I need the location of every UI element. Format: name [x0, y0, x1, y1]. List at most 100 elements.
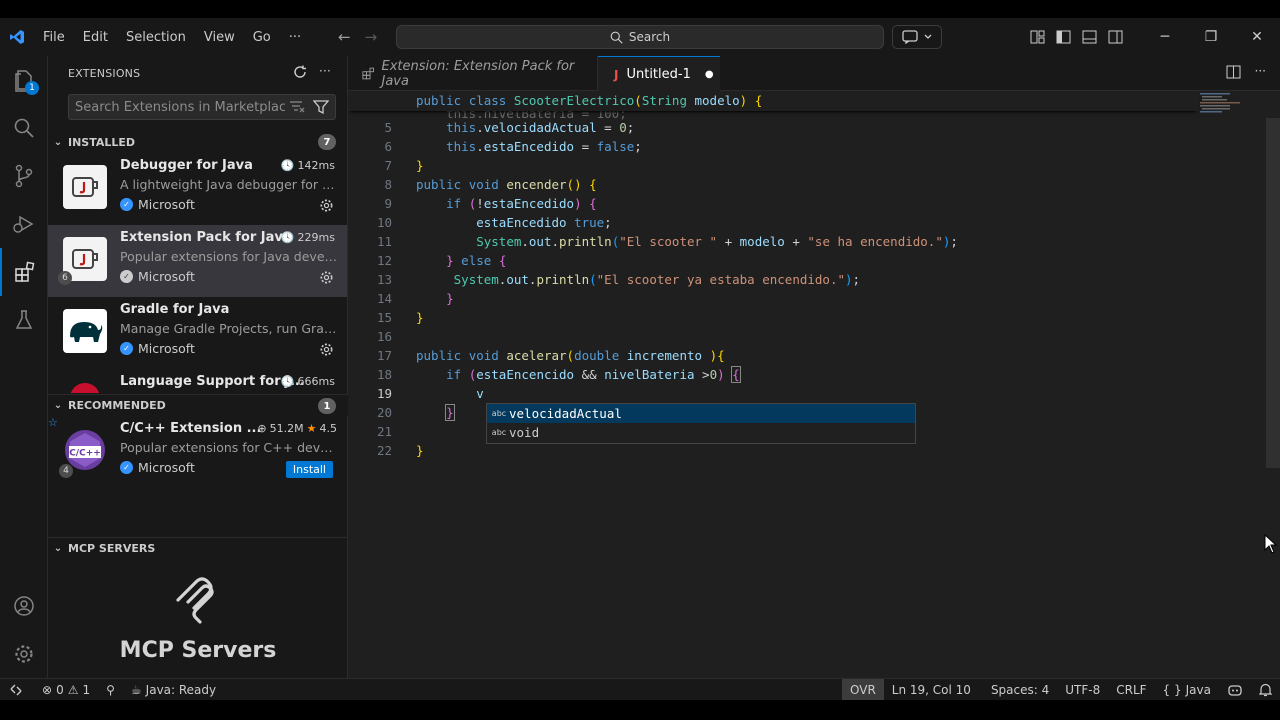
- warning-icon: ⚠: [67, 683, 79, 697]
- editor-actions: ···: [1226, 65, 1266, 79]
- search-view-icon[interactable]: [0, 104, 48, 152]
- extension-description: Manage Gradle Projects, run Gradle...: [120, 321, 340, 336]
- recommended-section-header[interactable]: ⌄ RECOMMENDED 1: [48, 394, 348, 416]
- text-word-icon: abc: [491, 428, 507, 437]
- unsaved-dot-icon[interactable]: ●: [705, 69, 714, 80]
- cursor-position[interactable]: Ln 19, Col 10: [884, 679, 979, 701]
- source-control-icon[interactable]: [0, 152, 48, 200]
- tab-extension-pack-for-java[interactable]: Extension: Extension Pack for Java: [348, 56, 598, 91]
- minimize-icon[interactable]: ─: [1142, 18, 1188, 56]
- search-icon: [610, 31, 623, 44]
- install-button[interactable]: Install: [285, 461, 333, 478]
- manage-gear-icon[interactable]: [319, 198, 334, 213]
- extension-item-language-support-java[interactable]: Language Support for J... 🕓 666ms: [48, 369, 347, 393]
- indentation[interactable]: Spaces: 4: [979, 679, 1057, 701]
- end-of-line[interactable]: CRLF: [1108, 679, 1154, 701]
- activation-time: 🕓 666ms: [280, 375, 335, 388]
- manage-gear-icon[interactable]: [319, 270, 334, 285]
- more-actions-icon[interactable]: ···: [1255, 65, 1266, 79]
- filter-icon[interactable]: [313, 99, 329, 115]
- forward-arrow-icon[interactable]: →: [365, 28, 378, 46]
- line-number: 21: [376, 424, 392, 439]
- toggle-secondary-sidebar-icon[interactable]: [1102, 30, 1128, 44]
- encoding[interactable]: UTF-8: [1057, 679, 1108, 701]
- restore-icon[interactable]: ❐: [1188, 18, 1234, 56]
- braces-icon: { }: [1162, 683, 1182, 697]
- split-editor-icon[interactable]: [1226, 65, 1241, 79]
- explorer-badge: 1: [25, 81, 39, 95]
- overwrite-mode[interactable]: OVR: [842, 679, 884, 701]
- editor-vertical-scrollbar[interactable]: [1266, 118, 1280, 468]
- customize-layout-icon[interactable]: [1024, 30, 1050, 44]
- activation-time: 🕓 142ms: [280, 159, 335, 172]
- recommended-star-icon: ☆: [48, 416, 58, 429]
- extension-item-gradle-for-java[interactable]: Gradle for Java Manage Gradle Projects, …: [48, 297, 347, 369]
- menu-view[interactable]: View: [195, 30, 244, 45]
- manage-gear-icon[interactable]: [319, 342, 334, 357]
- testing-flask-icon[interactable]: [0, 296, 48, 344]
- close-icon[interactable]: ✕: [1234, 18, 1280, 56]
- clear-filter-icon[interactable]: [289, 99, 305, 115]
- line-number: 17: [376, 348, 392, 363]
- toggle-primary-sidebar-icon[interactable]: [1050, 30, 1076, 44]
- sidebar-title: EXTENSIONS: [68, 66, 141, 80]
- toggle-panel-icon[interactable]: [1076, 30, 1102, 44]
- explorer-icon[interactable]: 1: [0, 56, 48, 104]
- code-editor[interactable]: 2 5 6 7 8 9 10 11 12 13 14 15 16 17 18 1…: [348, 91, 1280, 678]
- back-arrow-icon[interactable]: ←: [338, 28, 351, 46]
- extension-name: Debugger for Java: [120, 158, 253, 173]
- problems-indicator[interactable]: ⊗ 0 ⚠ 1: [34, 679, 98, 701]
- code-line-current: v: [476, 386, 484, 401]
- line-number: 18: [376, 367, 392, 382]
- extension-item-extension-pack-for-java[interactable]: 6 Extension Pack for Java 🕓 229ms Popular…: [48, 225, 347, 297]
- line-number: 11: [376, 234, 392, 249]
- more-actions-icon[interactable]: ···: [319, 65, 331, 79]
- code-line: this.velocidadActual = 0;: [446, 120, 635, 135]
- code-line: }: [416, 443, 424, 458]
- extension-item-cpp[interactable]: ☆ C/C++ 4 C/C++ Extension ... ⊕ 51.2M ★ 4.…: [48, 416, 347, 488]
- mcp-servers-section-header[interactable]: ⌄ MCP SERVERS: [48, 537, 348, 559]
- recommended-label: RECOMMENDED: [68, 399, 166, 412]
- java-status[interactable]: ☕ Java: Ready: [123, 679, 224, 701]
- sticky-scroll-header[interactable]: public class ScooterElectrico(String mod…: [348, 91, 1198, 111]
- refresh-icon[interactable]: [293, 65, 307, 79]
- sticky-line: public class ScooterElectrico(String mod…: [416, 93, 763, 108]
- minimap[interactable]: [1196, 91, 1256, 121]
- menu-more[interactable]: ···: [280, 30, 310, 45]
- copilot-status-icon[interactable]: [1219, 679, 1251, 701]
- publisher: ✓ Microsoft: [120, 341, 195, 356]
- run-tests-indicator[interactable]: ⚲: [98, 679, 123, 701]
- remote-indicator[interactable]: [0, 679, 34, 701]
- notifications-bell-icon[interactable]: [1251, 679, 1280, 701]
- copilot-button[interactable]: [892, 25, 942, 49]
- code-line: if (!estaEncedido) {: [446, 196, 597, 211]
- java-debugger-logo-icon: [63, 165, 107, 209]
- extension-name: C/C++ Extension ...: [120, 421, 262, 436]
- extension-name: Language Support for J...: [120, 374, 305, 389]
- manage-gear-icon[interactable]: [0, 630, 48, 678]
- suggestion-item[interactable]: abc velocidadActual: [487, 404, 915, 423]
- extensions-icon[interactable]: [0, 248, 48, 296]
- extension-item-debugger-for-java[interactable]: Debugger for Java 🕓 142ms A lightweight J…: [48, 153, 347, 225]
- tab-untitled-1[interactable]: J Untitled-1 ●: [598, 56, 720, 92]
- run-debug-icon[interactable]: [0, 200, 48, 248]
- extension-description: Popular extensions for Java develop...: [120, 249, 340, 264]
- menu-edit[interactable]: Edit: [74, 30, 117, 45]
- menu-file[interactable]: File: [34, 30, 74, 45]
- command-center-search[interactable]: Search: [396, 25, 884, 49]
- menu-selection[interactable]: Selection: [117, 30, 195, 45]
- line-number: 14: [376, 291, 392, 306]
- error-icon: ⊗: [42, 683, 53, 697]
- extension-name: Extension Pack for Java: [120, 230, 292, 245]
- extensions-icon: [362, 67, 375, 80]
- installed-section-header[interactable]: ⌄ INSTALLED 7: [48, 131, 348, 153]
- accounts-icon[interactable]: [0, 582, 48, 630]
- verified-badge-icon: ✓: [120, 461, 133, 474]
- menu-go[interactable]: Go: [244, 30, 280, 45]
- suggestion-item[interactable]: abc void: [487, 423, 915, 442]
- autocomplete-suggestions: abc velocidadActual abc void: [486, 403, 916, 444]
- language-mode[interactable]: { } Java: [1155, 679, 1219, 701]
- publisher: ✓ Microsoft: [120, 460, 195, 475]
- publisher: ✓ Microsoft: [120, 269, 195, 284]
- extension-search-input[interactable]: [75, 99, 285, 115]
